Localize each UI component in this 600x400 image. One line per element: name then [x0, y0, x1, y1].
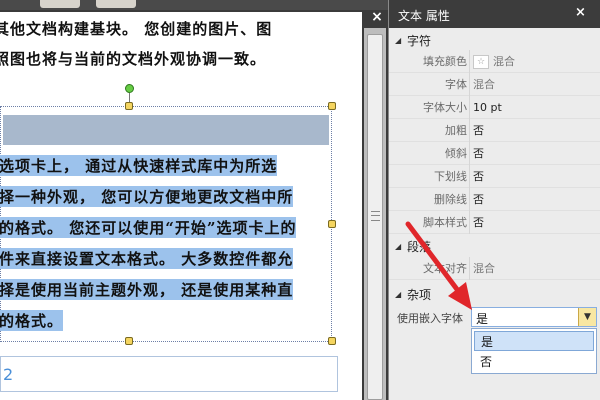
resize-handle-bottom-right[interactable]	[328, 337, 336, 345]
resize-handle-bottom[interactable]	[125, 337, 133, 345]
divider	[469, 188, 470, 211]
star-icon: ☆	[473, 55, 489, 69]
prop-script-style[interactable]: 脚本样式 否	[389, 211, 600, 234]
prop-name: 脚本样式	[423, 216, 467, 229]
doc-text-line: 择一种外观， 您可以方便地更改文档中所	[0, 186, 294, 207]
chevron-down-icon[interactable]: ▼	[578, 308, 596, 326]
prop-name: 删除线	[434, 193, 467, 206]
divider	[469, 211, 470, 234]
close-panel-button[interactable]: ×	[575, 5, 586, 20]
prop-value[interactable]: 否	[473, 165, 484, 188]
prop-value[interactable]: 否	[473, 211, 484, 234]
collapse-arrow-icon[interactable]: ◢	[395, 286, 401, 304]
prop-bold[interactable]: 加粗 否	[389, 119, 600, 142]
rotate-handle[interactable]	[125, 84, 134, 93]
prop-name: 使用嵌入字体	[397, 312, 463, 325]
divider	[469, 142, 470, 165]
prop-fill-color[interactable]: 填充颜色 ☆ 混合	[389, 50, 600, 73]
divider	[469, 73, 470, 96]
textbox-title-selection	[3, 115, 329, 145]
prop-underline[interactable]: 下划线 否	[389, 165, 600, 188]
prop-text-align[interactable]: 文本对齐 混合	[389, 257, 600, 280]
vertical-scrollbar[interactable]	[364, 28, 386, 400]
toolbar-strip	[0, 0, 388, 10]
toolbar-button[interactable]	[40, 0, 80, 8]
prop-name: 加粗	[445, 124, 467, 137]
dropdown-option-no[interactable]: 否	[474, 352, 594, 372]
prop-embed-font[interactable]: 使用嵌入字体 是 ▼	[389, 306, 600, 328]
doc-text-line: 的格式。	[0, 310, 64, 331]
prop-font[interactable]: 字体 混合	[389, 73, 600, 96]
resize-handle-top[interactable]	[125, 102, 133, 110]
prop-value[interactable]: ☆ 混合	[473, 50, 515, 73]
prop-value[interactable]: 否	[473, 142, 484, 165]
prop-name: 文本对齐	[423, 262, 467, 275]
prop-name: 填充颜色	[423, 55, 467, 68]
dropdown-option-yes[interactable]: 是	[474, 331, 594, 351]
prop-value[interactable]: 否	[473, 119, 484, 142]
scrollbar-grip-icon	[371, 211, 380, 221]
divider	[469, 96, 470, 119]
prop-name: 字体大小	[423, 101, 467, 114]
embed-font-select[interactable]: 是 ▼	[471, 307, 597, 327]
section-font[interactable]: ◢ 字符	[389, 32, 600, 50]
page-number: 2	[3, 365, 14, 384]
doc-text-line: 件来直接设置文本格式。 大多数控件都允	[0, 248, 294, 269]
divider	[469, 50, 470, 73]
prop-name: 字体	[445, 78, 467, 91]
prop-name: 倾斜	[445, 147, 467, 160]
doc-text-line: 照图也将与当前的文档外观协调一致。	[0, 50, 267, 68]
section-font-label: 字符	[407, 34, 432, 48]
prop-italic[interactable]: 倾斜 否	[389, 142, 600, 165]
properties-panel: 文本 属性 × ◢ 字符 填充颜色 ☆ 混合 字体 混合 字体大小 10 pt 加…	[388, 0, 600, 400]
prop-font-size[interactable]: 字体大小 10 pt	[389, 96, 600, 119]
doc-text-line: 择是使用当前主题外观， 还是使用某种直	[0, 279, 294, 300]
prop-name: 下划线	[434, 170, 467, 183]
section-misc-label: 杂项	[407, 288, 432, 302]
toolbar-button[interactable]	[96, 0, 136, 8]
panel-header: 文本 属性 ×	[389, 0, 600, 28]
doc-text-line: 的格式。 您还可以使用“开始”选项卡上的	[0, 217, 297, 238]
prop-strikethrough[interactable]: 删除线 否	[389, 188, 600, 211]
section-misc[interactable]: ◢ 杂项	[389, 286, 600, 304]
collapse-arrow-icon[interactable]: ◢	[395, 32, 401, 50]
select-value: 是	[476, 312, 489, 326]
scrollbar-thumb[interactable]	[367, 34, 383, 400]
prop-value-text: 混合	[493, 55, 515, 68]
section-paragraph[interactable]: ◢ 段落	[389, 238, 600, 256]
prop-value[interactable]: 否	[473, 188, 484, 211]
embed-font-dropdown: 是 否	[471, 328, 597, 374]
divider	[469, 165, 470, 188]
prop-value[interactable]: 10 pt	[473, 96, 502, 119]
resize-handle-top-right[interactable]	[328, 102, 336, 110]
prop-value[interactable]: 混合	[473, 73, 495, 96]
document-area: 其他文档构建基块。 您创建的图片、图 照图也将与当前的文档外观协调一致。 选项卡…	[0, 0, 388, 400]
close-document-button[interactable]: ×	[368, 8, 386, 26]
divider	[469, 257, 470, 280]
resize-handle-right[interactable]	[328, 220, 336, 228]
section-paragraph-label: 段落	[407, 240, 432, 254]
panel-title: 文本 属性	[398, 9, 450, 23]
next-textbox[interactable]: 2	[0, 356, 338, 392]
selected-textbox[interactable]: 选项卡上， 通过从快速样式库中为所选 择一种外观， 您可以方便地更改文档中所 的…	[0, 106, 332, 342]
doc-text-line: 选项卡上， 通过从快速样式库中为所选	[0, 155, 278, 176]
prop-value[interactable]: 混合	[473, 257, 495, 280]
collapse-arrow-icon[interactable]: ◢	[395, 238, 401, 256]
doc-text-line: 其他文档构建基块。 您创建的图片、图	[0, 20, 273, 38]
divider	[469, 119, 470, 142]
